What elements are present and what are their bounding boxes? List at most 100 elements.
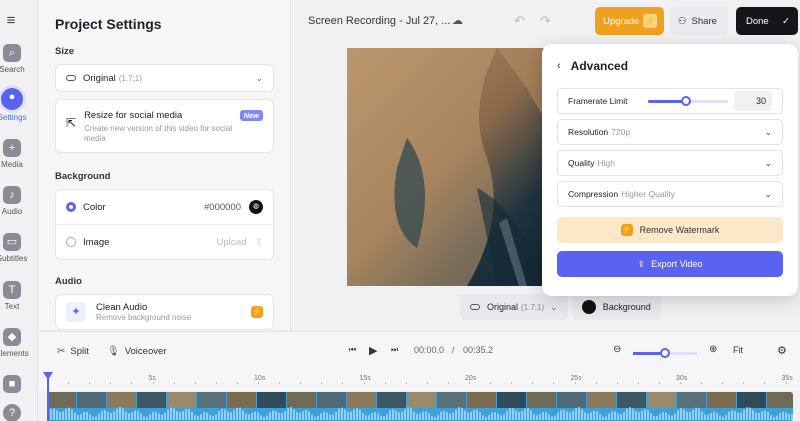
image-label: Image [83, 236, 110, 248]
size-section-label: Size [55, 46, 75, 57]
skip-forward-icon[interactable]: ⏭ [391, 345, 398, 355]
framerate-slider[interactable] [647, 95, 728, 106]
size-dropdown[interactable]: Original (1.7:1) ⌄ [55, 64, 274, 92]
background-options: Color #000000 ◍ Image Upload ⇪ [55, 189, 274, 260]
compression-value: Higher Quality [621, 189, 675, 199]
ruler-tick [68, 382, 70, 384]
back-chevron-icon[interactable]: ‹ [557, 60, 561, 72]
rail-item-text[interactable]: T Text [0, 281, 38, 311]
bolt-icon: ⚡ [643, 14, 657, 28]
check-icon: ✓ [782, 15, 790, 27]
framerate-slider-knob[interactable] [680, 95, 691, 106]
ruler-label: 15s [359, 375, 371, 382]
aspect-ratio-dropdown[interactable]: Original (1.7:1) ⌄ [460, 294, 568, 320]
ruler-label: 10s [254, 375, 266, 382]
upgrade-button[interactable]: Upgrade ⚡ [595, 7, 664, 35]
undo-icon[interactable]: ↶ [514, 13, 525, 29]
gear-icon[interactable]: ⚙ [777, 344, 787, 357]
settings-icon: ● [1, 88, 23, 110]
play-icon[interactable]: ▶ [369, 344, 377, 357]
ruler-tick [89, 382, 91, 384]
redo-icon[interactable]: ↷ [540, 13, 551, 29]
export-video-button[interactable]: ⇪ Export Video [557, 251, 783, 277]
aspect-ratio-icon [470, 304, 480, 310]
ruler-tick [426, 382, 428, 384]
rail-item-subtitles[interactable]: ▭ Subtitles [0, 233, 38, 263]
project-filename[interactable]: Screen Recording - Jul 27, ... [308, 15, 450, 27]
ruler-tick [574, 382, 576, 384]
resize-subtitle: Create new version of this video for soc… [84, 124, 233, 143]
ruler-tick [342, 382, 344, 384]
rail-label-media: Media [1, 160, 23, 169]
video-clip-track[interactable] [47, 392, 793, 421]
clean-audio-option[interactable]: ✦ Clean Audio Remove background noise ⚡ [55, 294, 274, 330]
subtitles-icon: ▭ [3, 233, 21, 251]
background-image-option[interactable]: Image Upload ⇪ [56, 225, 273, 259]
rail-label-settings: Settings [0, 113, 27, 122]
menu-icon[interactable]: ≡ [0, 12, 22, 29]
framerate-value[interactable]: 30 [734, 91, 772, 111]
ruler-label: 20s [465, 375, 477, 382]
voiceover-button[interactable]: 🎙 Voiceover [107, 346, 166, 357]
ruler-tick [722, 382, 724, 384]
bolt-icon: ⚡ [620, 224, 633, 236]
done-button[interactable]: Done ✓ [736, 7, 798, 35]
color-value[interactable]: #000000 [204, 202, 241, 213]
image-radio[interactable] [66, 237, 76, 247]
ruler-tick [595, 382, 597, 384]
background-label: Background [602, 302, 651, 312]
rail-item-elements[interactable]: ◆ Elements [0, 328, 38, 358]
resize-for-social-button[interactable]: ⇱ Resize for social media Create new ver… [55, 99, 274, 153]
search-icon: ⌕ [3, 44, 21, 62]
timeline-ruler[interactable]: 5s 10s 15s 20s 25s 30s 35s [39, 371, 800, 391]
color-radio[interactable] [66, 202, 76, 212]
rail-item-audio[interactable]: ♪ Audio [0, 186, 38, 216]
ruler-tick [258, 382, 259, 384]
audio-section-label: Audio [55, 276, 82, 287]
popover-title: Advanced [570, 59, 629, 73]
ruler-tick [532, 382, 534, 384]
fit-button[interactable]: Fit [733, 345, 743, 355]
top-bar: Screen Recording - Jul 27, ... ☁ ↶ ↷ Upg… [292, 0, 800, 42]
quality-dropdown[interactable]: Quality High ⌄ [557, 150, 783, 176]
upload-link[interactable]: Upload [217, 237, 247, 248]
background-swatch [581, 300, 596, 314]
ruler-tick [300, 382, 302, 384]
ruler-tick [469, 382, 470, 384]
rail-item-settings[interactable]: ● Settings [0, 88, 38, 122]
zoom-in-icon[interactable]: ⊕ [709, 344, 717, 355]
zoom-out-icon[interactable]: ⊖ [613, 344, 621, 355]
ruler-label: 5s [148, 375, 156, 382]
zoom-slider[interactable] [633, 348, 697, 358]
record-icon: ■ [3, 375, 21, 393]
ruler-tick [743, 382, 745, 384]
compression-dropdown[interactable]: Compression Higher Quality ⌄ [557, 181, 783, 207]
share-button[interactable]: ⚇ Share [670, 7, 728, 35]
ruler-tick [680, 382, 681, 384]
rail-item-search[interactable]: ⌕ Search [0, 44, 38, 74]
remove-watermark-button[interactable]: ⚡ Remove Watermark [557, 217, 783, 243]
cloud-sync-icon: ☁ [452, 15, 463, 27]
ruler-tick [616, 382, 618, 384]
ruler-tick [131, 382, 133, 384]
text-icon: T [3, 281, 21, 299]
rail-label-text: Text [4, 302, 20, 311]
skip-back-icon[interactable]: ⏮ [349, 345, 356, 355]
chevron-down-icon: ⌄ [764, 126, 772, 137]
quality-label: Quality [568, 158, 595, 168]
ruler-tick [384, 382, 386, 384]
resolution-dropdown[interactable]: Resolution 720p ⌄ [557, 119, 783, 145]
upload-icon: ⇪ [254, 236, 263, 248]
color-picker-icon[interactable]: ◍ [249, 200, 263, 214]
rail-item-media[interactable]: + Media [0, 139, 38, 169]
split-button[interactable]: ✂ Split [57, 346, 89, 357]
chevron-down-icon: ⌄ [764, 188, 772, 199]
ruler-tick [236, 382, 238, 384]
size-ratio: (1.7:1) [118, 73, 142, 83]
ruler-tick [553, 382, 555, 384]
background-button[interactable]: Background [571, 294, 661, 320]
background-color-option[interactable]: Color #000000 ◍ [56, 190, 273, 224]
rail-item-record[interactable]: ■ [0, 375, 38, 396]
rail-item-help[interactable]: ? [0, 404, 38, 421]
zoom-slider-knob[interactable] [660, 348, 670, 358]
